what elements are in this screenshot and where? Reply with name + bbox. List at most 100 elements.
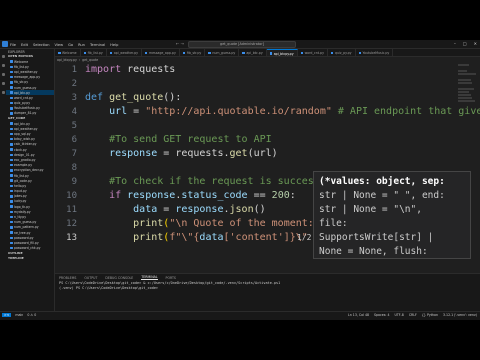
panel-tab[interactable]: DEBUG CONSOLE [105, 276, 133, 280]
python-file-icon [10, 107, 13, 110]
open-editor-label: message_app.py [14, 75, 41, 80]
menu-view[interactable]: View [55, 43, 64, 47]
command-center-search[interactable]: get_quote [Administrator] [188, 41, 296, 48]
python-file-icon [10, 112, 13, 115]
editor-tab-label: Welcome [62, 51, 77, 55]
open-editor-label: api_weather.py [14, 69, 38, 74]
breadcrumb-file[interactable]: api_btcpy.py [57, 58, 77, 62]
extensions-icon[interactable] [1, 91, 5, 94]
python-file-icon [10, 210, 13, 214]
file-label: num_pattern.py [14, 225, 39, 230]
menu-file[interactable]: File [10, 43, 16, 47]
code-line-7: response = requests.get(url) [85, 148, 278, 159]
code-line-6: #To send GET request to API [85, 134, 272, 145]
file-label: bday_wish.py [14, 137, 35, 142]
status-item[interactable]: {} Python [422, 313, 438, 317]
menu-edit[interactable]: Edit [21, 43, 28, 47]
branch-status[interactable]: main [15, 313, 23, 317]
parameter-hint-line: file: [319, 218, 348, 229]
line-number: 5 [71, 121, 77, 131]
editor-tab[interactable]: YoutubeMusic.py [356, 49, 394, 56]
panel-tab[interactable]: OUTPUT [84, 276, 97, 280]
minimap[interactable] [458, 63, 476, 123]
line-number: 12 [66, 219, 77, 229]
file-label: password_fill.py [14, 240, 39, 245]
timeline-section[interactable]: TIMELINE [6, 256, 54, 261]
file-label: clock.py [14, 147, 27, 152]
open-editor-label: api_btc.py [14, 90, 30, 95]
maximize-icon[interactable]: □ [463, 41, 467, 46]
search-icon[interactable] [1, 64, 5, 67]
terminal-line-2[interactable]: (.venv) PS C:\Users\CodeDrive\Desktop\gi… [55, 286, 480, 291]
status-item[interactable]: Ln 13, Col 48 [348, 313, 369, 317]
run-debug-icon[interactable] [1, 82, 5, 85]
menu-go[interactable]: Go [68, 43, 73, 47]
problems-status[interactable]: 0 ⚠ 0 [27, 313, 36, 317]
editor-tab[interactable]: fib_list.py [81, 49, 107, 56]
menu-terminal[interactable]: Terminal [90, 43, 105, 47]
python-file-icon [10, 246, 13, 250]
code-line-4: url = "http://api.quotable.io/random" # … [85, 106, 480, 117]
minimize-icon[interactable]: – [454, 41, 456, 46]
line-number: 4 [71, 107, 77, 117]
editor-tab-label: message_app.py [148, 51, 176, 55]
bottom-panel: PROBLEMS OUTPUT DEBUG CONSOLE TERMINAL PORTS… [55, 273, 480, 311]
close-icon[interactable]: ✕ [474, 41, 477, 46]
status-item[interactable]: UTF-8 [395, 313, 404, 317]
panel-tab[interactable]: TERMINAL [141, 275, 158, 280]
menu-help[interactable]: Help [110, 43, 118, 47]
python-file-icon [10, 153, 13, 157]
line-number-gutter: 1 2 3 4 5 6 7 8 9 10 11 12 13 [55, 63, 81, 273]
line-number: 10 [66, 191, 77, 201]
parameter-hint-line: str | None = "\n", [319, 204, 422, 215]
explorer-icon[interactable] [1, 55, 5, 58]
parameter-hint-line: (*values: object, sep: [319, 176, 445, 187]
editor-tab[interactable]: word_cnt.py [298, 49, 328, 56]
status-item[interactable]: 3.12.1 ('.venv': venv) [443, 313, 477, 317]
python-file-icon [10, 184, 13, 188]
menu-run[interactable]: Run [78, 43, 85, 47]
file-label: encryption_decr.py [14, 168, 44, 173]
open-editor-label: dumper_81.py [14, 111, 37, 116]
open-editor-label: quiz_py.py [14, 101, 31, 106]
python-file-icon [10, 226, 13, 229]
file-label: fib_list.py [14, 173, 29, 178]
file-label: logo_tk.py [14, 204, 30, 209]
remote-indicator-icon[interactable]: >< [2, 313, 12, 317]
python-file-icon [10, 200, 13, 203]
status-bar: >< main 0 ⚠ 0 Ln 13, Col 48 Spaces: 4 UTF-… [0, 311, 480, 320]
file-label: password_chk.py [14, 246, 41, 251]
editor-tab[interactable]: num_guess.py [205, 49, 240, 56]
python-file-icon [10, 122, 13, 125]
python-file-icon [10, 96, 13, 100]
editor-tab[interactable]: api_weather.py [107, 49, 142, 56]
editor-tab[interactable]: Welcome [55, 49, 81, 56]
python-file-icon [109, 51, 113, 55]
parameter-hint-line: str | None = " ", end: [319, 190, 445, 201]
window-controls: – □ ✕ [454, 41, 477, 46]
panel-tab[interactable]: PROBLEMS [59, 276, 76, 280]
editor-tab[interactable]: quiz_py.py [328, 49, 356, 56]
menu-selection[interactable]: Selection [33, 43, 50, 47]
signature-counter[interactable]: 1/2 [297, 233, 311, 242]
parameter-hint-line: None = None, flush: [319, 246, 428, 257]
python-file-icon [10, 205, 13, 208]
python-file-icon [10, 215, 13, 219]
file-label: n_tty.py [14, 215, 27, 220]
panel-tab[interactable]: PORTS [166, 276, 176, 280]
python-file-icon [269, 52, 273, 55]
status-item[interactable]: CRLF [409, 313, 417, 317]
python-file-icon [10, 101, 13, 105]
breadcrumb-symbol[interactable]: get_quote [82, 58, 98, 62]
editor-tab[interactable]: api_btcpy.py [266, 49, 298, 56]
source-control-icon[interactable] [1, 73, 5, 76]
parameter-hint-line: SupportsWrite[str] | [319, 232, 434, 243]
line-number: 9 [71, 177, 77, 187]
nav-arrows-icon[interactable]: ← → [176, 41, 184, 46]
file-label: jokes.py [14, 194, 27, 199]
editor-tab[interactable]: fib_str.py [180, 49, 206, 56]
status-item[interactable]: Spaces: 4 [374, 313, 390, 317]
file-label: example.py [14, 163, 33, 168]
editor-tab[interactable]: message_app.py [142, 49, 180, 56]
editor-tab[interactable]: api_btc.py [239, 49, 267, 56]
